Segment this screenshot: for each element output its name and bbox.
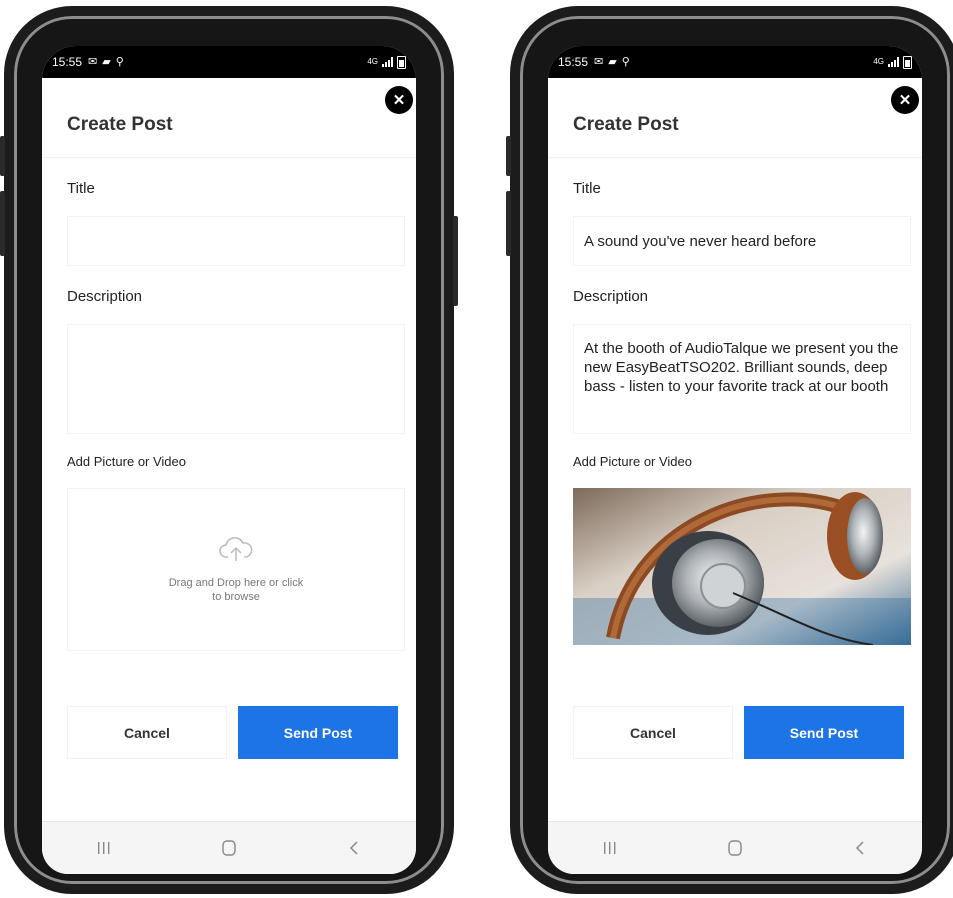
description-label: Description [573,288,649,305]
battery-icon [397,55,406,69]
home-icon[interactable] [705,840,765,856]
description-input[interactable]: At the booth of AudioTalque we present y… [573,324,911,434]
status-time: 15:55 [52,55,83,69]
power-button [453,216,458,306]
network-type: 4G [873,57,884,66]
title-label: Title [573,180,601,197]
close-button[interactable]: ✕ [891,86,919,114]
volume-button [0,191,5,256]
back-icon[interactable] [324,840,384,856]
close-icon: ✕ [898,92,912,109]
media-label: Add Picture or Video [573,454,692,469]
signal-icon [382,57,393,67]
video-icon: ▰ [608,55,617,68]
battery-icon [903,55,912,69]
volume-button [506,136,511,176]
volume-button [0,136,5,176]
screen: 15:55 ✉ ▰ ⚲ 4G ✕ Create Post Title Descr… [42,46,416,874]
recent-apps-icon[interactable] [74,841,134,855]
signal-icon [888,57,899,67]
cancel-button[interactable]: Cancel [67,706,227,759]
upload-hint: Drag and Drop here or click to browse [168,577,304,603]
status-bar: 15:55 ✉ ▰ ⚲ 4G [548,46,922,78]
home-icon[interactable] [199,840,259,856]
description-label: Description [67,288,143,305]
title-input[interactable]: A sound you've never heard before [573,216,911,266]
cloud-upload-icon [219,535,253,568]
page-title: Create Post [573,114,679,135]
gmail-icon: ✉ [88,55,98,68]
status-time: 15:55 [558,55,589,69]
system-nav-bar [42,821,416,874]
close-button[interactable]: ✕ [385,86,413,114]
status-bar: 15:55 ✉ ▰ ⚲ 4G [42,46,416,78]
back-icon[interactable] [830,840,890,856]
video-icon: ▰ [102,55,111,68]
cancel-button[interactable]: Cancel [573,706,733,759]
headphones-photo[interactable] [573,488,911,645]
network-type: 4G [367,57,378,66]
close-icon: ✕ [392,92,406,109]
notification-icon: ⚲ [115,55,124,68]
gmail-icon: ✉ [594,55,604,68]
send-post-button[interactable]: Send Post [238,706,398,759]
media-label: Add Picture or Video [67,454,186,469]
title-input[interactable] [67,216,405,266]
description-input[interactable] [67,324,405,434]
media-upload-dropzone[interactable]: Drag and Drop here or click to browse [67,488,405,651]
notification-icon: ⚲ [621,55,630,68]
title-label: Title [67,180,95,197]
volume-button [506,191,511,256]
page-title: Create Post [67,114,173,135]
system-nav-bar [548,821,922,874]
send-post-button[interactable]: Send Post [744,706,904,759]
screen: 15:55 ✉ ▰ ⚲ 4G ✕ Create Post Title A sou… [548,46,922,874]
recent-apps-icon[interactable] [580,841,640,855]
phone-frame-filled: 15:55 ✉ ▰ ⚲ 4G ✕ Create Post Title A sou… [506,6,953,894]
header-divider [42,157,416,158]
phone-frame-empty: 15:55 ✉ ▰ ⚲ 4G ✕ Create Post Title Descr… [0,6,458,894]
header-divider [548,157,922,158]
